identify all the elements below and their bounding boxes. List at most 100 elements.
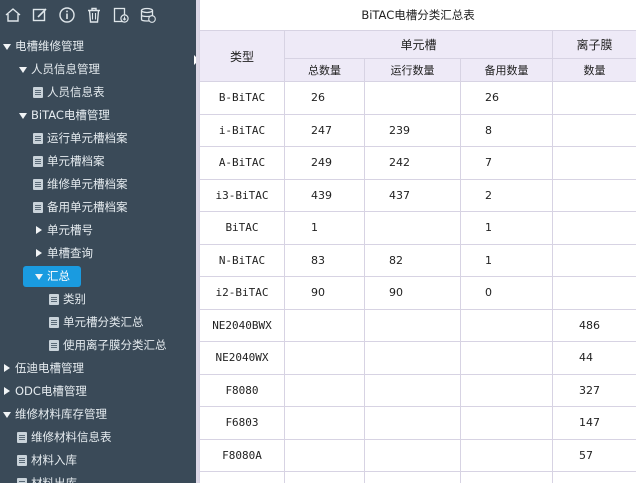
tree-item[interactable]: 单槽查询: [0, 242, 196, 265]
tree-item-label: 单元槽分类汇总: [63, 315, 144, 329]
tree-item-label: 单元槽档案: [47, 154, 105, 168]
cell-spare: 7: [460, 146, 553, 180]
caret-down-icon[interactable]: [3, 44, 11, 50]
document-icon: [17, 455, 27, 466]
header-running: 运行数量: [364, 58, 461, 82]
tree-item[interactable]: 运行单元槽档案: [0, 127, 196, 150]
tree-item[interactable]: 人员信息表: [0, 81, 196, 104]
cell-total: [284, 373, 365, 407]
cell-membrane-qty: 327: [551, 373, 636, 407]
tree-item[interactable]: 单元槽号: [0, 219, 196, 242]
document-icon: [33, 179, 43, 190]
sidebar: 电槽维修管理人员信息管理人员信息表 BiTAC电槽管理 运行单元槽档案单元槽档案维修…: [0, 0, 196, 483]
info-icon[interactable]: [57, 5, 77, 25]
cell-running: [364, 373, 461, 407]
caret-down-icon[interactable]: [3, 412, 11, 418]
table-row[interactable]: F8080A 57: [199, 438, 636, 472]
document-icon: [33, 202, 43, 213]
table-row[interactable]: i2-BiTAC 90 90 0: [199, 276, 636, 310]
cell-spare: 1: [460, 211, 553, 245]
cell-membrane-qty: [551, 113, 636, 147]
cell-membrane-qty: 486: [551, 308, 636, 342]
cell-type: F6803: [199, 406, 285, 440]
tree-item[interactable]: ODC电槽管理: [0, 380, 196, 403]
cell-membrane-qty: [551, 243, 636, 277]
tree-item[interactable]: 类别: [0, 288, 196, 311]
table-row[interactable]: BiTAC 1 1: [199, 211, 636, 245]
tree-item[interactable]: 单元槽分类汇总: [0, 311, 196, 334]
cell-spare: 8: [460, 113, 553, 147]
edit-icon[interactable]: [30, 5, 50, 25]
tree-item-label: 汇总: [47, 269, 70, 283]
tree-item[interactable]: 汇总: [0, 265, 196, 288]
tree-item[interactable]: 电槽维修管理: [0, 35, 196, 58]
tree-item[interactable]: 维修单元槽档案: [0, 173, 196, 196]
table-row[interactable]: F8080SP 2: [199, 471, 636, 483]
table-row[interactable]: NE2040WX 44: [199, 341, 636, 375]
table-row[interactable]: NE2040BWX 486: [199, 308, 636, 342]
cell-type: BiTAC: [199, 211, 285, 245]
cell-running: [364, 81, 461, 115]
cell-running: [364, 341, 461, 375]
tree-item[interactable]: BiTAC电槽管理: [0, 104, 196, 127]
header-cell-group: 单元槽: [284, 30, 553, 59]
caret-down-icon[interactable]: [19, 113, 27, 119]
cell-spare: 26: [460, 81, 553, 115]
tree-item-label: 人员信息管理: [31, 62, 100, 76]
tree-item[interactable]: 维修材料库存管理: [0, 403, 196, 426]
tree-item[interactable]: 备用单元槽档案: [0, 196, 196, 219]
tree-item[interactable]: 伍迪电槽管理: [0, 357, 196, 380]
cell-type: NE2040BWX: [199, 308, 285, 342]
table-row[interactable]: i-BiTAC 247 239 8: [199, 113, 636, 147]
caret-right-icon[interactable]: [36, 249, 42, 257]
cell-total: 439: [284, 178, 365, 212]
caret-right-icon[interactable]: [4, 387, 10, 395]
table-row[interactable]: B-BiTAC 26 26: [199, 81, 636, 115]
tree-item[interactable]: 材料入库: [0, 449, 196, 472]
export-icon[interactable]: [111, 5, 131, 25]
cell-membrane-qty: 57: [551, 438, 636, 472]
caret-down-icon[interactable]: [35, 274, 43, 280]
delete-icon[interactable]: [84, 5, 104, 25]
cell-total: 1: [284, 211, 365, 245]
table-row[interactable]: N-BiTAC 83 82 1: [199, 243, 636, 277]
tree-item[interactable]: 人员信息管理: [0, 58, 196, 81]
cell-membrane-qty: [551, 178, 636, 212]
summary-table-container: BiTAC电槽分类汇总表 类型 单元槽 离子膜 总数量 运行数量 备用数量 数量…: [198, 0, 636, 483]
cell-running: [364, 438, 461, 472]
table-row[interactable]: A-BiTAC 249 242 7: [199, 146, 636, 180]
cell-membrane-qty: [551, 146, 636, 180]
tree-item-label: 单元槽号: [47, 223, 93, 237]
header-quantity: 数量: [551, 58, 636, 82]
cell-type: A-BiTAC: [199, 146, 285, 180]
table-row[interactable]: F6803 147: [199, 406, 636, 440]
table-row[interactable]: i3-BiTAC 439 437 2: [199, 178, 636, 212]
cell-membrane-qty: 2: [551, 471, 636, 483]
cell-membrane-qty: 147: [551, 406, 636, 440]
header-membrane-group: 离子膜: [551, 30, 636, 59]
table-row[interactable]: F8080 327: [199, 373, 636, 407]
home-icon[interactable]: [3, 5, 23, 25]
cell-spare: 1: [460, 243, 553, 277]
tree-item-label: 维修材料信息表: [31, 430, 112, 444]
cell-spare: [460, 406, 553, 440]
toolbar: [0, 0, 196, 30]
database-icon[interactable]: [138, 5, 158, 25]
tree-item-label: 备用单元槽档案: [47, 200, 128, 214]
caret-right-icon[interactable]: [4, 364, 10, 372]
cell-membrane-qty: [551, 211, 636, 245]
tree-item[interactable]: 材料出库: [0, 472, 196, 483]
caret-down-icon[interactable]: [19, 67, 27, 73]
tree-item-label: 电槽维修管理: [15, 39, 84, 53]
cell-running: 437: [364, 178, 461, 212]
cell-type: i3-BiTAC: [199, 178, 285, 212]
header-spare: 备用数量: [460, 58, 553, 82]
cell-total: 26: [284, 81, 365, 115]
cell-spare: [460, 438, 553, 472]
cell-running: 90: [364, 276, 461, 310]
tree-item[interactable]: 单元槽档案: [0, 150, 196, 173]
tree-item[interactable]: 使用离子膜分类汇总: [0, 334, 196, 357]
tree-item[interactable]: 维修材料信息表: [0, 426, 196, 449]
caret-right-icon[interactable]: [36, 226, 42, 234]
tree-item-label: 材料入库: [31, 453, 77, 467]
